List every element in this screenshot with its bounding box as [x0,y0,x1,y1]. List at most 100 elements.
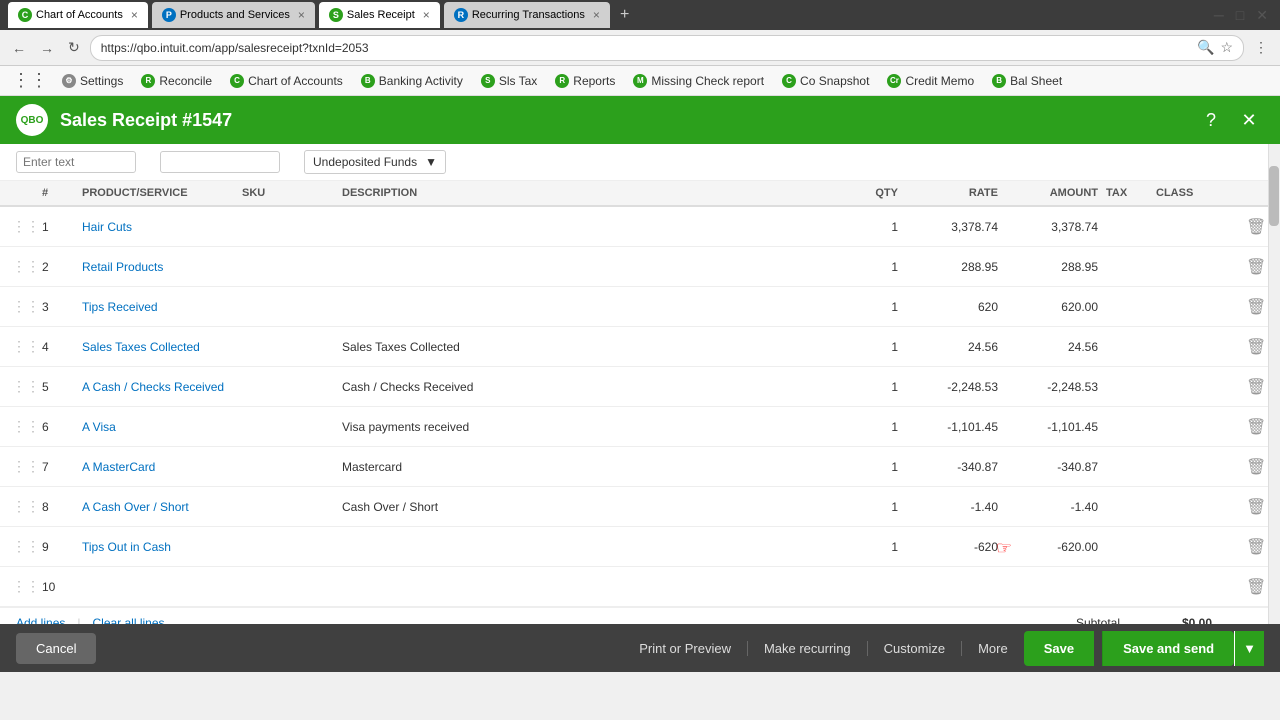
description-8[interactable]: Cash Over / Short [338,496,822,518]
amount-1[interactable]: 3,378.74 [1002,216,1102,238]
amount-3[interactable]: 620.00 [1002,296,1102,318]
drag-handle-10[interactable]: ⋮⋮ [8,574,38,599]
tax-1[interactable] [1102,223,1152,231]
delete-icon-6[interactable]: 🗑 [1246,419,1266,436]
qty-3[interactable]: 1 [822,296,902,318]
product-6[interactable]: A Visa [78,416,238,438]
back-button[interactable]: ← [8,38,30,58]
amount-2[interactable]: 288.95 [1002,256,1102,278]
tab-sales-receipt[interactable]: S Sales Receipt × [319,2,440,28]
delete-icon-1[interactable]: 🗑 [1246,219,1266,236]
tax-10[interactable] [1102,583,1152,591]
qty-7[interactable]: 1 [822,456,902,478]
description-9[interactable] [338,543,822,551]
more-button[interactable]: More [962,641,1024,656]
sku-4[interactable] [238,343,338,351]
drag-handle-1[interactable]: ⋮⋮ [8,214,38,239]
rate-5[interactable]: -2,248.53 [902,376,1002,398]
description-4[interactable]: Sales Taxes Collected [338,336,822,358]
delete-icon-3[interactable]: 🗑 [1246,299,1266,316]
class-8[interactable] [1152,503,1242,511]
settings-dots-icon[interactable]: ⋮ [1250,37,1272,58]
amount-5[interactable]: -2,248.53 [1002,376,1102,398]
refresh-button[interactable]: ↻ [64,37,84,58]
product-5[interactable]: A Cash / Checks Received [78,376,238,398]
close-window-button[interactable]: ✕ [1252,5,1272,26]
deposit-to-select[interactable]: Undeposited Funds ▼ [304,150,446,174]
bm-co-snapshot[interactable]: C Co Snapshot [774,72,877,90]
class-9[interactable] [1152,543,1242,551]
qty-4[interactable]: 1 [822,336,902,358]
tax-5[interactable] [1102,383,1152,391]
sku-5[interactable] [238,383,338,391]
tab-close-chart[interactable]: × [131,9,138,21]
drag-handle-5[interactable]: ⋮⋮ [8,374,38,399]
product-4[interactable]: Sales Taxes Collected [78,336,238,358]
drag-handle-3[interactable]: ⋮⋮ [8,294,38,319]
description-7[interactable]: Mastercard [338,456,822,478]
tab-close-products[interactable]: × [298,9,305,21]
amount-4[interactable]: 24.56 [1002,336,1102,358]
delete-icon-8[interactable]: 🗑 [1246,499,1266,516]
tax-4[interactable] [1102,343,1152,351]
product-2[interactable]: Retail Products [78,256,238,278]
sku-8[interactable] [238,503,338,511]
description-6[interactable]: Visa payments received [338,416,822,438]
tab-close-sales[interactable]: × [423,9,430,21]
scrollbar[interactable] [1268,144,1280,672]
tax-2[interactable] [1102,263,1152,271]
bm-chart-of-accounts[interactable]: C Chart of Accounts [222,72,351,90]
bm-settings[interactable]: ⚙ Settings [54,72,131,90]
amount-7[interactable]: -340.87 [1002,456,1102,478]
tax-3[interactable] [1102,303,1152,311]
delete-icon-9[interactable]: 🗑 [1246,539,1266,556]
description-2[interactable] [338,263,822,271]
qty-1[interactable]: 1 [822,216,902,238]
tab-chart-of-accounts[interactable]: C Chart of Accounts × [8,2,148,28]
tax-8[interactable] [1102,503,1152,511]
qty-2[interactable]: 1 [822,256,902,278]
save-and-send-button[interactable]: Save and send [1102,631,1234,666]
product-8[interactable]: A Cash Over / Short [78,496,238,518]
bm-bal-sheet[interactable]: B Bal Sheet [984,72,1070,90]
app-logo[interactable]: QBO [16,104,48,136]
bm-reports[interactable]: R Reports [547,72,623,90]
product-1[interactable]: Hair Cuts [78,216,238,238]
qty-10[interactable] [822,583,902,591]
amount-10[interactable] [1002,583,1102,591]
print-or-preview-button[interactable]: Print or Preview [623,641,748,656]
product-7[interactable]: A MasterCard [78,456,238,478]
minimize-button[interactable]: ─ [1210,5,1228,25]
rate-8[interactable]: -1.40 [902,496,1002,518]
tax-7[interactable] [1102,463,1152,471]
sku-2[interactable] [238,263,338,271]
description-3[interactable] [338,303,822,311]
delete-icon-7[interactable]: 🗑 [1246,459,1266,476]
make-recurring-button[interactable]: Make recurring [748,641,868,656]
class-2[interactable] [1152,263,1242,271]
drag-handle-8[interactable]: ⋮⋮ [8,494,38,519]
bm-reconcile[interactable]: R Reconcile [133,72,220,90]
rate-10[interactable] [902,583,1002,591]
description-1[interactable] [338,223,822,231]
enter-text-input[interactable] [16,151,136,173]
product-3[interactable]: Tips Received [78,296,238,318]
sku-10[interactable] [238,583,338,591]
qty-6[interactable]: 1 [822,416,902,438]
bm-banking-activity[interactable]: B Banking Activity [353,72,471,90]
tab-products-services[interactable]: P Products and Services × [152,2,315,28]
apps-grid-icon[interactable]: ⋮⋮ [8,70,52,91]
tab-recurring[interactable]: R Recurring Transactions × [444,2,610,28]
bm-sls-tax[interactable]: S Sls Tax [473,72,545,90]
sku-9[interactable] [238,543,338,551]
sku-6[interactable] [238,423,338,431]
amount-6[interactable]: -1,101.45 [1002,416,1102,438]
tax-9[interactable] [1102,543,1152,551]
qty-9[interactable]: 1 [822,536,902,558]
class-4[interactable] [1152,343,1242,351]
date-input[interactable] [160,151,280,173]
bm-missing-check[interactable]: M Missing Check report [625,72,772,90]
save-button[interactable]: Save [1024,631,1094,666]
rate-3[interactable]: 620 [902,296,1002,318]
new-tab-button[interactable]: + [614,4,635,26]
